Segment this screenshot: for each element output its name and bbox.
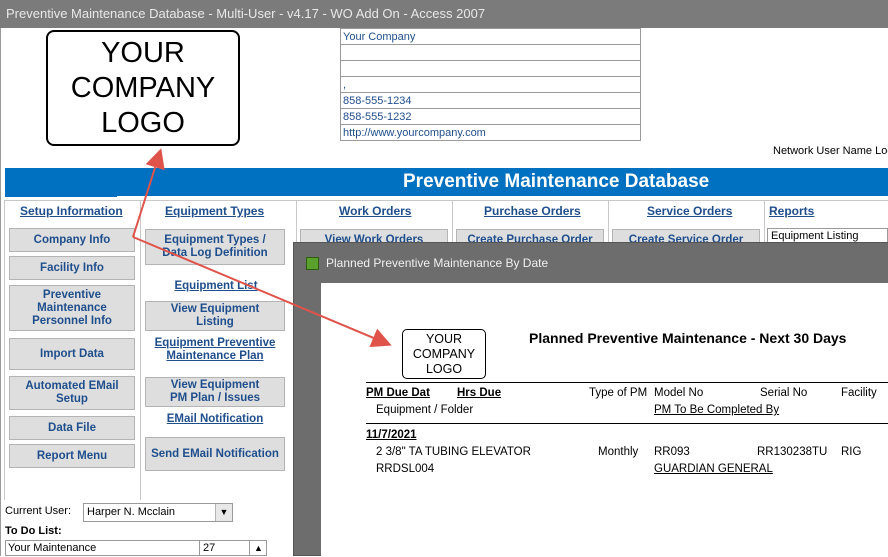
data-file-button[interactable]: Data File xyxy=(9,416,135,440)
col-serial-no: Serial No xyxy=(760,387,808,399)
record-serial: RR130238TU xyxy=(757,446,828,458)
service-orders-header[interactable]: Service Orders xyxy=(647,204,732,218)
reports-header[interactable]: Reports xyxy=(769,204,814,218)
column-divider xyxy=(452,200,453,242)
todo-list-label: To Do List: xyxy=(5,525,62,537)
window-title-bar: Preventive Maintenance Database - Multi-… xyxy=(0,0,888,28)
report-menu-button[interactable]: Report Menu xyxy=(9,444,135,468)
record-facility: RIG xyxy=(841,446,862,458)
todo-item-count: 27 xyxy=(199,541,227,555)
report-logo-line-3: LOGO xyxy=(425,362,463,376)
col-type-of-pm: Type of PM xyxy=(589,387,648,399)
col-pm-due-date: PM Due Dat xyxy=(366,387,430,399)
company-name-field[interactable]: Your Company xyxy=(340,28,641,45)
report-logo-line-2: COMPANY xyxy=(412,347,476,361)
company-info-button[interactable]: Company Info xyxy=(9,228,135,252)
equipment-list-header[interactable]: Equipment List xyxy=(160,280,272,293)
row-divider xyxy=(4,200,888,201)
record-model: RR093 xyxy=(654,446,690,458)
column-divider xyxy=(4,200,5,500)
window-title: Preventive Maintenance Database - Multi-… xyxy=(6,6,486,21)
logo-line-3: LOGO xyxy=(101,106,185,139)
report-rule xyxy=(366,423,888,424)
scroll-up-icon[interactable]: ▲ xyxy=(249,541,267,555)
col-model-no: Model No xyxy=(654,387,704,399)
report-logo-line-1: YOUR xyxy=(425,332,463,346)
report-window-title-bar[interactable]: Planned Preventive Maintenance By Date xyxy=(294,243,888,283)
view-equipment-listing-button[interactable]: View Equipment Listing xyxy=(145,301,285,331)
record-type: Monthly xyxy=(598,446,639,458)
import-data-button[interactable]: Import Data xyxy=(9,338,135,370)
col-equipment-folder: Equipment / Folder xyxy=(376,404,474,416)
automated-email-setup-button[interactable]: Automated EMail Setup xyxy=(9,376,135,410)
setup-information-header[interactable]: Setup Information xyxy=(20,204,123,218)
record-folder: RRDSL004 xyxy=(376,463,435,475)
view-pm-plan-button[interactable]: View Equipment PM Plan / Issues xyxy=(145,377,285,407)
email-notification-header[interactable]: EMail Notification xyxy=(145,413,285,426)
current-user-select[interactable]: Harper N. Mcclain ▼ xyxy=(83,503,233,522)
col-hrs-due: Hrs Due xyxy=(457,387,502,399)
report-rule xyxy=(366,382,888,383)
equipment-types-header[interactable]: Equipment Types xyxy=(165,204,264,218)
report-page: YOUR COMPANY LOGO Planned Preventive Mai… xyxy=(321,283,888,557)
company-fax-field[interactable]: 858-555-1232 xyxy=(340,108,641,125)
report-window-title: Planned Preventive Maintenance By Date xyxy=(326,256,549,270)
column-divider xyxy=(608,200,609,242)
todo-item-name: Your Maintenance xyxy=(8,542,97,554)
equipment-pm-plan-header[interactable]: Equipment Preventive Maintenance Plan xyxy=(145,337,285,363)
record-completed-by: GUARDIAN GENERAL xyxy=(654,463,773,475)
current-user-label: Current User: xyxy=(5,505,72,517)
company-logo: YOUR COMPANY LOGO xyxy=(46,30,240,146)
record-equipment: 2 3/8" TA TUBING ELEVATOR xyxy=(376,446,531,458)
company-city-field[interactable]: , xyxy=(340,76,641,93)
col-facility: Facility xyxy=(841,387,877,399)
work-orders-header[interactable]: Work Orders xyxy=(339,204,411,218)
banner-accent xyxy=(5,194,117,197)
company-address-field[interactable] xyxy=(340,44,641,61)
current-user-value: Harper N. Mcclain xyxy=(87,506,176,518)
company-website-field[interactable]: http://www.yourcompany.com xyxy=(340,124,641,141)
logo-line-2: COMPANY xyxy=(70,71,216,104)
column-divider xyxy=(296,200,297,242)
database-banner: Preventive Maintenance Database xyxy=(5,168,888,196)
network-user-label: Network User Name Log xyxy=(773,145,888,157)
facility-info-button[interactable]: Facility Info xyxy=(9,256,135,280)
send-email-notification-button[interactable]: Send EMail Notification xyxy=(145,437,285,471)
report-title: Planned Preventive Maintenance - Next 30… xyxy=(529,330,847,346)
col-pm-completed-by: PM To Be Completed By xyxy=(654,404,780,416)
company-address2-field[interactable] xyxy=(340,60,641,77)
company-info-table: Your Company , 858-555-1234 858-555-1232… xyxy=(340,28,641,141)
equipment-types-button[interactable]: Equipment Types / Data Log Definition xyxy=(145,229,285,265)
report-icon xyxy=(306,257,319,270)
chevron-down-icon[interactable]: ▼ xyxy=(215,504,232,521)
report-preview-window[interactable]: Planned Preventive Maintenance By Date Y… xyxy=(293,242,888,557)
column-divider xyxy=(764,200,765,242)
report-logo: YOUR COMPANY LOGO xyxy=(402,329,486,379)
purchase-orders-header[interactable]: Purchase Orders xyxy=(484,204,581,218)
logo-line-1: YOUR xyxy=(101,36,185,69)
column-divider xyxy=(140,200,141,500)
todo-list-item[interactable]: Your Maintenance 27 ▲ xyxy=(5,540,267,556)
pm-personnel-info-button[interactable]: Preventive Maintenance Personnel Info xyxy=(9,285,135,331)
record-date: 11/7/2021 xyxy=(366,429,417,441)
company-phone-field[interactable]: 858-555-1234 xyxy=(340,92,641,109)
